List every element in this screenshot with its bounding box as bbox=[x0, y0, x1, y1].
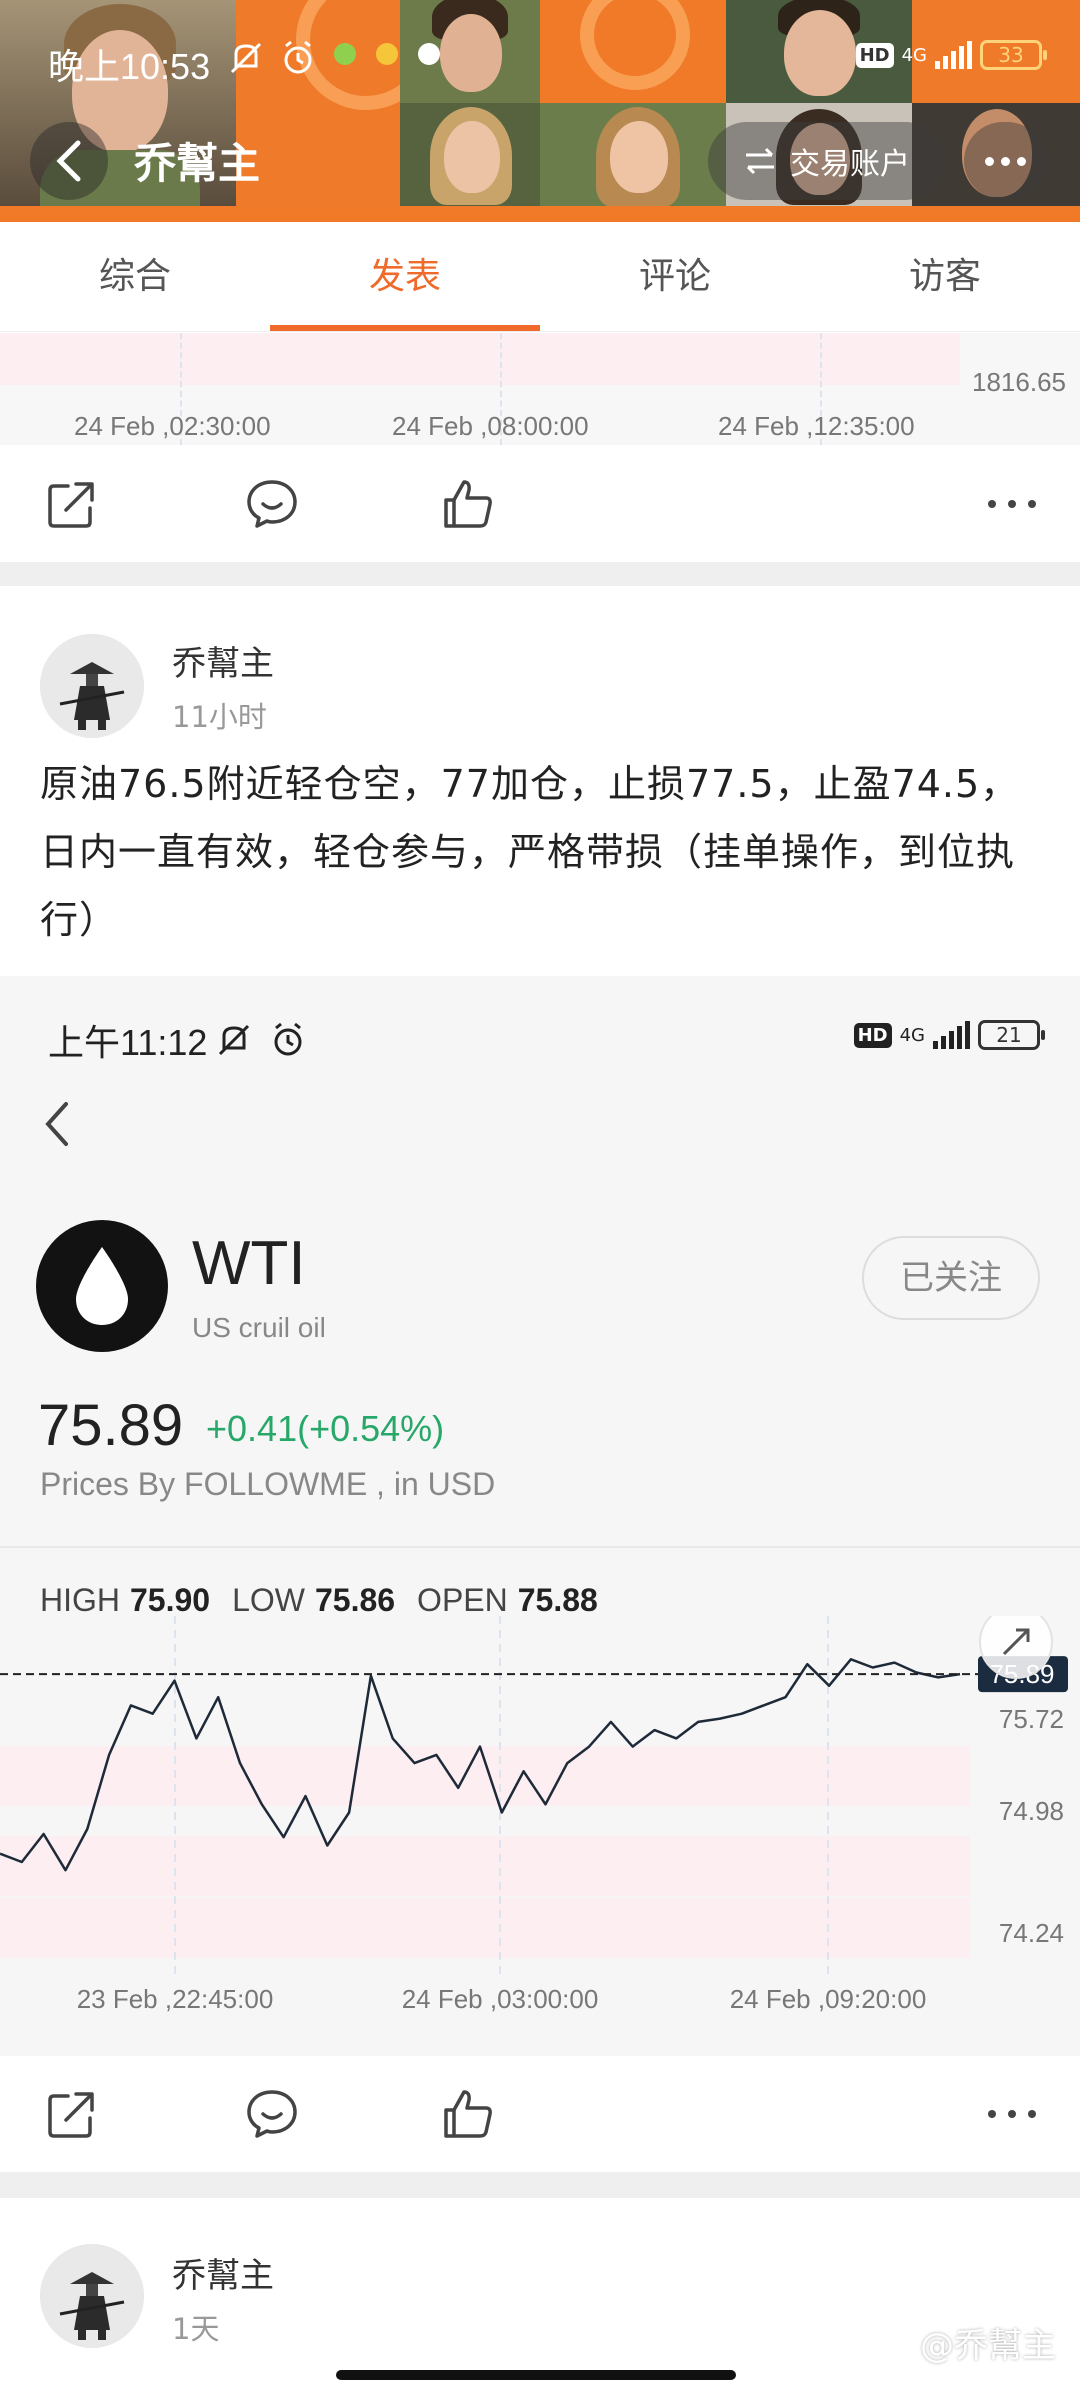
x-tick-label: 24 Feb ,09:20:00 bbox=[730, 1984, 927, 2014]
battery-icon: 33 bbox=[980, 40, 1047, 70]
post-text: 原油76.5附近轻仓空，77加仓，止损77.5，止盈74.5，日内一直有效，轻仓… bbox=[40, 762, 1020, 942]
back-arrow-icon bbox=[56, 140, 81, 182]
embedded-status-time: 上午11:12 bbox=[48, 1022, 208, 1063]
open-value: 75.88 bbox=[517, 1582, 598, 1618]
y-tick-label: 74.24 bbox=[999, 1918, 1064, 1948]
high-label: HIGH bbox=[40, 1582, 120, 1618]
signal-icon bbox=[933, 1021, 970, 1049]
x-axis-label: 24 Feb ,08:00:00 bbox=[392, 411, 589, 441]
like-icon[interactable] bbox=[440, 476, 496, 532]
trading-account-label: 交易账户 bbox=[790, 147, 910, 182]
signal-icon bbox=[935, 41, 972, 69]
author-name[interactable]: 乔幫主 bbox=[172, 636, 274, 685]
samurai-avatar-icon bbox=[40, 634, 144, 738]
wti-logo bbox=[36, 1220, 168, 1352]
y-tick-label: 75.72 bbox=[999, 1704, 1064, 1734]
x-axis: 23 Feb ,22:45:00 24 Feb ,03:00:00 24 Feb ,… bbox=[77, 1984, 927, 2014]
tab-posts[interactable]: 发表 bbox=[270, 222, 540, 331]
trading-account-button[interactable]: 交易账户 bbox=[708, 122, 944, 200]
mute-icon bbox=[218, 1024, 250, 1056]
mute-icon bbox=[226, 38, 266, 87]
battery-icon: 21 bbox=[978, 1020, 1045, 1050]
follow-button: 已关注 bbox=[862, 1236, 1040, 1320]
embedded-back-icon bbox=[45, 1102, 68, 1146]
hd-icon: HD bbox=[855, 42, 894, 68]
previous-chart: 1816.65 24 Feb ,02:30:00 24 Feb ,08:00:0… bbox=[0, 333, 1080, 445]
embedded-status-icons bbox=[214, 1020, 308, 1060]
author-avatar[interactable] bbox=[40, 634, 144, 738]
expand-chart-button[interactable] bbox=[979, 1616, 1053, 1679]
more-icon[interactable] bbox=[984, 476, 1040, 532]
author-name[interactable]: 乔幫主 bbox=[172, 2248, 274, 2297]
alarm-icon bbox=[278, 38, 318, 87]
more-icon[interactable] bbox=[984, 2086, 1040, 2142]
section-divider bbox=[0, 2172, 1080, 2198]
app-notification-icon bbox=[372, 38, 402, 87]
y-tick-label: 74.98 bbox=[999, 1796, 1064, 1826]
app-notification-icon bbox=[414, 38, 444, 87]
section-divider bbox=[0, 562, 1080, 586]
author-avatar[interactable] bbox=[40, 2244, 144, 2348]
oil-drop-icon bbox=[76, 1247, 128, 1325]
share-icon[interactable] bbox=[44, 476, 100, 532]
post-action-bar bbox=[0, 448, 1080, 560]
price-source: Prices By FOLLOWME , in USD bbox=[40, 1466, 496, 1502]
x-axis-label: 24 Feb ,02:30:00 bbox=[74, 411, 271, 441]
low-value: 75.86 bbox=[314, 1582, 396, 1618]
tab-visitors[interactable]: 访客 bbox=[810, 222, 1080, 331]
open-label: OPEN bbox=[417, 1582, 508, 1618]
swap-icon bbox=[746, 147, 774, 175]
page-title: 乔幫主 bbox=[134, 139, 261, 188]
price-chart[interactable]: 75.72 74.98 74.24 23 Feb ,22:45:00 24 Feb ,… bbox=[0, 1616, 1080, 2016]
y-axis-label: 1816.65 bbox=[972, 367, 1066, 397]
status-time: 晚上10:53 bbox=[48, 46, 211, 87]
tab-overview[interactable]: 综合 bbox=[0, 222, 270, 331]
instrument-price: 75.89 bbox=[38, 1393, 184, 1458]
embedded-status-right: HD 4G 21 bbox=[853, 1020, 1045, 1050]
low-label: LOW bbox=[232, 1582, 305, 1618]
watermark: @乔幫主 bbox=[920, 2326, 1056, 2366]
tab-comments[interactable]: 评论 bbox=[540, 222, 810, 331]
instrument-name: US cruil oil bbox=[192, 1312, 326, 1343]
x-tick-label: 24 Feb ,03:00:00 bbox=[402, 1984, 599, 2014]
samurai-avatar-icon bbox=[40, 2244, 144, 2348]
alarm-icon bbox=[274, 1022, 302, 1056]
post-time: 1天 bbox=[172, 2312, 220, 2346]
chart-band bbox=[0, 333, 960, 385]
high-low-open: HIGH 75.90 LOW 75.86 OPEN 75.88 bbox=[40, 1582, 610, 1619]
app-notification-icon bbox=[330, 38, 360, 87]
hd-icon: HD bbox=[853, 1022, 892, 1048]
status-right: HD 4G 33 bbox=[855, 40, 1047, 70]
network-type: 4G bbox=[899, 1024, 925, 1046]
comment-icon[interactable] bbox=[244, 2086, 300, 2142]
post-action-bar bbox=[0, 2058, 1080, 2170]
status-bar: 晚上10:53 HD 4G 33 bbox=[0, 0, 1080, 120]
price-change: +0.41(+0.54%) bbox=[206, 1408, 445, 1449]
profile-header: 晚上10:53 HD 4G 33 乔幫主 交易账户 bbox=[0, 0, 1080, 222]
home-indicator[interactable] bbox=[336, 2370, 736, 2380]
high-value: 75.90 bbox=[130, 1582, 211, 1618]
network-type: 4G bbox=[901, 44, 927, 66]
comment-icon[interactable] bbox=[244, 476, 300, 532]
post-time: 11小时 bbox=[172, 700, 267, 734]
more-options-button[interactable] bbox=[964, 122, 1046, 200]
share-icon[interactable] bbox=[44, 2086, 100, 2142]
status-icons bbox=[226, 38, 444, 87]
x-tick-label: 23 Feb ,22:45:00 bbox=[77, 1984, 274, 2014]
post-image[interactable]: 上午11:12 HD 4G 21 WTI US cruil oil 已关注 75… bbox=[0, 976, 1080, 2056]
like-icon[interactable] bbox=[440, 2086, 496, 2142]
instrument-symbol: WTI bbox=[192, 1229, 306, 1298]
back-button[interactable] bbox=[30, 122, 108, 200]
x-axis-label: 24 Feb ,12:35:00 bbox=[718, 411, 915, 441]
tab-bar: 综合 发表 评论 访客 bbox=[0, 222, 1080, 332]
